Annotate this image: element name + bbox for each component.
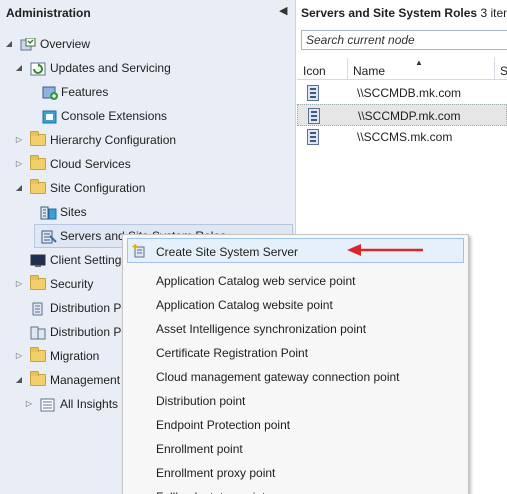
- menu-item-create-site-system-server[interactable]: Create Site System Server: [156, 241, 298, 263]
- tree-item-site-configuration[interactable]: ◢ Site Configuration: [0, 177, 296, 199]
- tree-item-updates-and-servicing[interactable]: ◢ Updates and Servicing: [0, 57, 296, 79]
- collapse-arrow-icon[interactable]: ◢: [14, 57, 24, 79]
- tree-item-hierarchy-configuration[interactable]: ▷ Hierarchy Configuration: [0, 129, 296, 151]
- menu-item-cloud-management-gateway-connection-point[interactable]: Cloud management gateway connection poin…: [156, 366, 400, 388]
- folder-icon: [30, 275, 46, 291]
- results-title: Servers and Site System Roles 3 items: [301, 6, 507, 20]
- expand-arrow-icon[interactable]: ▷: [14, 129, 24, 151]
- folder-icon: [30, 371, 46, 387]
- console-extensions-icon: [42, 109, 58, 124]
- overview-icon: [20, 37, 36, 51]
- tree-item-features[interactable]: Features: [0, 81, 296, 103]
- table-row[interactable]: \\SCCMS.mk.com: [297, 126, 507, 148]
- expand-arrow-icon[interactable]: ▷: [24, 393, 34, 415]
- column-headers: Icon ▲ Name S: [297, 58, 507, 80]
- tree-item-console-extensions[interactable]: Console Extensions: [0, 105, 296, 127]
- tree-item-label: Console Extensions: [61, 109, 168, 123]
- tree-item-label: Overview: [40, 37, 91, 51]
- search-input[interactable]: [301, 30, 507, 50]
- tree-item-label: Hierarchy Configuration: [50, 133, 177, 147]
- menu-item-asset-intelligence-synchronization-point[interactable]: Asset Intelligence synchronization point: [156, 318, 366, 340]
- tree-item-sites[interactable]: Sites: [0, 201, 296, 223]
- tree-item-label: All Insights: [60, 397, 119, 411]
- expand-arrow-icon[interactable]: ▷: [14, 273, 24, 295]
- nav-header: Administration: [6, 6, 91, 20]
- menu-item-application-catalog-web-service-point[interactable]: Application Catalog web service point: [156, 270, 355, 292]
- menu-item-enrollment-point[interactable]: Enrollment point: [156, 438, 243, 460]
- sort-ascending-icon: ▲: [415, 58, 423, 67]
- column-separator[interactable]: [347, 58, 348, 80]
- tree-item-cloud-services[interactable]: ▷ Cloud Services: [0, 153, 296, 175]
- results-item-count: 3 items: [480, 6, 507, 20]
- server-icon: [307, 85, 319, 101]
- tree-item-label: Client Settings: [50, 253, 128, 267]
- tree-item-label: Sites: [60, 205, 87, 219]
- create-server-icon: [132, 244, 146, 258]
- updates-icon: [30, 61, 46, 76]
- server-icon: [307, 129, 319, 145]
- tree-item-overview[interactable]: ◢ Overview: [0, 33, 296, 55]
- column-header-icon[interactable]: Icon: [303, 58, 326, 80]
- folder-icon: [30, 131, 46, 147]
- expand-arrow-icon[interactable]: ▷: [14, 345, 24, 367]
- column-header-status[interactable]: S: [500, 58, 507, 80]
- collapse-arrow-icon[interactable]: ◢: [14, 177, 24, 199]
- folder-icon: [30, 347, 46, 363]
- tree-item-label: Cloud Services: [50, 157, 131, 171]
- collapse-pane-button[interactable]: ◀: [279, 4, 291, 20]
- client-settings-icon: [30, 253, 46, 267]
- menu-item-certificate-registration-point[interactable]: Certificate Registration Point: [156, 342, 308, 364]
- context-menu: Create Site System Server Application Ca…: [122, 234, 469, 494]
- server-name: \\SCCMDB.mk.com: [357, 86, 462, 100]
- all-insights-icon: [40, 397, 56, 412]
- menu-item-fallback-status-point[interactable]: Fallback status point: [156, 486, 265, 494]
- servers-icon: [40, 229, 57, 244]
- menu-item-endpoint-protection-point[interactable]: Endpoint Protection point: [156, 414, 290, 436]
- tree-item-label: Features: [61, 85, 109, 99]
- tree-item-label: Security: [50, 277, 94, 291]
- menu-item-distribution-point[interactable]: Distribution point: [156, 390, 245, 412]
- folder-icon: [30, 179, 46, 195]
- distribution-points-icon: [30, 301, 46, 316]
- server-icon: [308, 108, 320, 124]
- table-row[interactable]: \\SCCMDB.mk.com: [297, 82, 507, 104]
- annotation-arrow: [347, 244, 423, 256]
- server-name: \\SCCMDP.mk.com: [358, 109, 461, 123]
- tree-item-label: Site Configuration: [50, 181, 146, 195]
- menu-item-enrollment-proxy-point[interactable]: Enrollment proxy point: [156, 462, 275, 484]
- results-title-text: Servers and Site System Roles: [301, 6, 478, 20]
- column-header-name[interactable]: Name: [353, 58, 385, 80]
- features-icon: [42, 85, 58, 100]
- sites-icon: [40, 205, 57, 220]
- tree-item-label: Migration: [50, 349, 100, 363]
- column-separator[interactable]: [494, 58, 495, 80]
- expand-arrow-icon[interactable]: ▷: [14, 153, 24, 175]
- folder-icon: [30, 155, 46, 171]
- distribution-point-groups-icon: [30, 325, 46, 340]
- collapse-arrow-icon[interactable]: ◢: [4, 33, 14, 55]
- table-row-selected[interactable]: \\SCCMDP.mk.com: [297, 104, 507, 126]
- tree-item-label: Updates and Servicing: [50, 61, 171, 75]
- collapse-arrow-icon[interactable]: ◢: [14, 369, 24, 391]
- menu-item-application-catalog-website-point[interactable]: Application Catalog website point: [156, 294, 333, 316]
- server-name: \\SCCMS.mk.com: [357, 130, 453, 144]
